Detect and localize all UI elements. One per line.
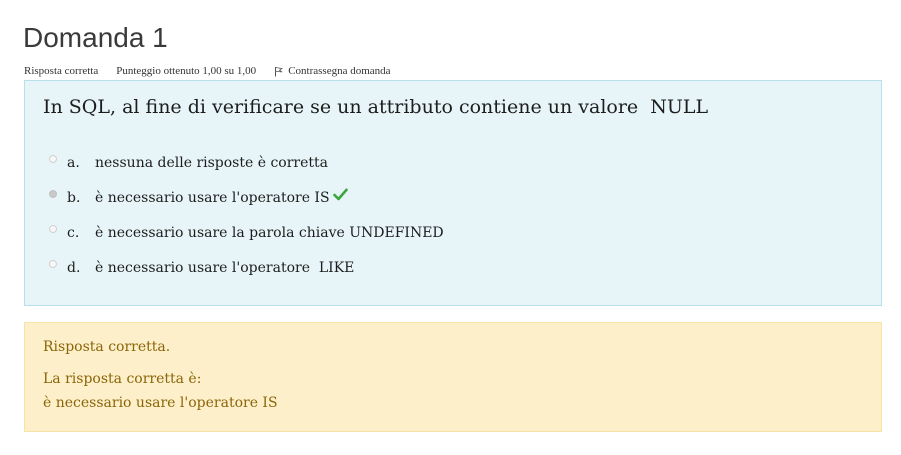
answer-option-a[interactable]: a. nessuna delle risposte è corretta	[49, 153, 444, 188]
question-title: Domanda 1	[23, 22, 168, 53]
correct-answer-label: La risposta corretta è:	[43, 371, 202, 387]
answer-letter: a.	[67, 155, 80, 171]
flag-icon[interactable]	[274, 66, 284, 77]
answer-option-b[interactable]: b. è necessario usare l'operatore IS	[49, 188, 444, 223]
answer-radio-b[interactable]	[49, 190, 57, 198]
answer-option-d[interactable]: d. è necessario usare l'operatore LIKE	[49, 258, 444, 293]
answer-letter: d.	[67, 260, 81, 276]
feedback-result: Risposta corretta.	[43, 339, 171, 355]
answer-list: a. nessuna delle risposte è corretta b. …	[49, 153, 444, 293]
flag-question-label[interactable]: Contrassegna domanda	[288, 65, 390, 77]
answer-text: è necessario usare l'operatore LIKE	[95, 260, 355, 276]
answer-text: è necessario usare l'operatore IS	[95, 190, 330, 206]
question-text: In SQL, al fine di verificare se un attr…	[43, 96, 709, 118]
answer-radio-c[interactable]	[49, 225, 57, 233]
answer-letter: c.	[67, 225, 80, 241]
answer-text: è necessario usare la parola chiave UNDE…	[95, 225, 444, 241]
question-info: Risposta corretta Punteggio ottenuto 1,0…	[24, 63, 391, 79]
question-grade: Punteggio ottenuto 1,00 su 1,00	[116, 65, 257, 77]
question-content: In SQL, al fine di verificare se un attr…	[24, 80, 882, 306]
answer-radio-d[interactable]	[49, 260, 57, 268]
flag-question-link[interactable]: Contrassegna domanda	[274, 65, 391, 77]
feedback-panel: Risposta corretta. La risposta corretta …	[24, 322, 882, 432]
question-state: Risposta corretta	[24, 65, 99, 77]
answer-option-c[interactable]: c. è necessario usare la parola chiave U…	[49, 223, 444, 258]
answer-text: nessuna delle risposte è corretta	[95, 155, 329, 171]
correct-answer-text: è necessario usare l'operatore IS	[43, 395, 278, 411]
answer-radio-a[interactable]	[49, 155, 57, 163]
answer-letter: b.	[67, 190, 81, 206]
check-icon	[332, 188, 348, 201]
